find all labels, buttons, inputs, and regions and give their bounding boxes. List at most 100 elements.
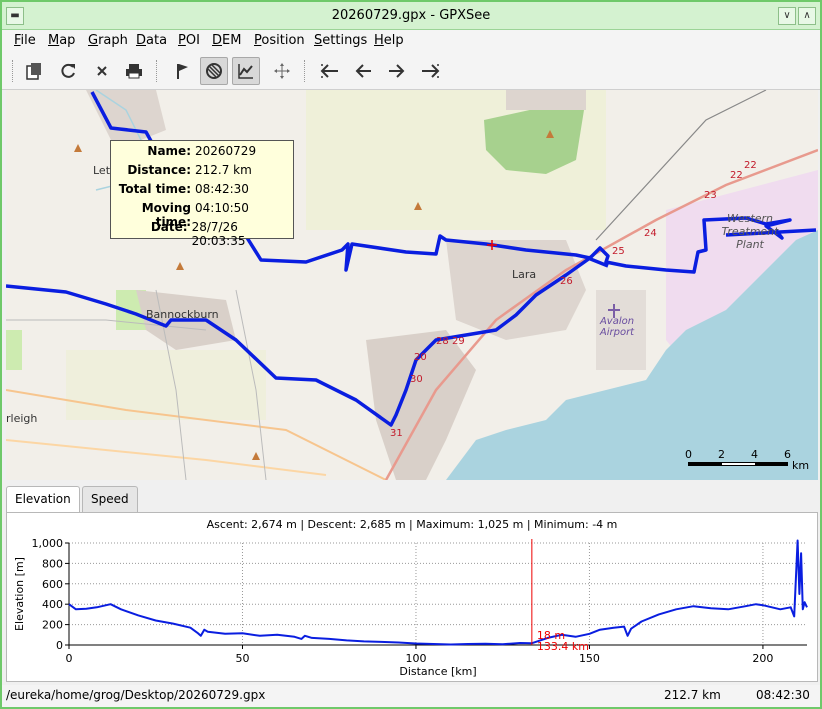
y-tick-label: 200 <box>42 619 63 632</box>
scale-tick-0: 0 <box>685 448 692 461</box>
maximize-icon[interactable]: ∧ <box>798 7 816 25</box>
scale-tick-2: 2 <box>718 448 725 461</box>
graph-summary: Ascent: 2,674 m | Descent: 2,685 m | Max… <box>206 518 618 531</box>
menu-mnemonic: D <box>212 33 223 48</box>
km-marker: 28 <box>436 336 449 347</box>
elevation-chart[interactable]: 0 200 400 600 800 1,000 0 50 100 150 200 Distance [… <box>7 531 817 681</box>
toolbar-grip[interactable] <box>304 60 306 82</box>
menu-file[interactable]: File <box>14 33 36 48</box>
x-tick-label: 100 <box>405 652 426 665</box>
tab-speed[interactable]: Speed <box>82 486 138 512</box>
application-window: ▬ 20260729.gpx - GPXSee ∨ ∧ File Map Graph… <box>0 0 822 709</box>
scale-tick-4: 4 <box>751 448 758 461</box>
km-marker: 24 <box>644 228 657 239</box>
menu-label: ettings <box>322 33 368 48</box>
cursor-distance-label: 133.4 km <box>537 640 589 653</box>
status-time: 08:42:30 <box>756 688 810 702</box>
km-marker: 30 <box>410 374 423 385</box>
menu-help[interactable]: Help <box>374 33 404 48</box>
menu-mnemonic: H <box>374 33 384 48</box>
km-marker: 23 <box>704 190 717 201</box>
status-file-path: /eureka/home/grog/Desktop/20260729.gpx <box>6 688 266 702</box>
menu-label: OI <box>185 33 200 48</box>
title-bar[interactable]: ▬ 20260729.gpx - GPXSee ∨ ∧ <box>2 2 820 30</box>
info-value: 28/7/26 20:03:35 <box>191 220 246 248</box>
menu-mnemonic: D <box>136 33 147 48</box>
y-tick-label: 600 <box>42 578 63 591</box>
print-icon[interactable] <box>120 57 148 85</box>
status-distance: 212.7 km <box>664 688 721 702</box>
window-title: 20260729.gpx - GPXSee <box>331 8 491 23</box>
menu-data[interactable]: Data <box>136 33 167 48</box>
track-info-box: Name: 20260729 Distance: 212.7 km Total time… <box>110 140 294 248</box>
menu-mnemonic: P <box>178 33 186 48</box>
info-row: Name: 20260729 <box>113 144 291 163</box>
minimize-icon[interactable]: ∨ <box>778 7 796 25</box>
menu-mnemonic: M <box>48 33 60 48</box>
menu-label: ata <box>146 33 168 48</box>
menu-label: osition <box>261 33 305 48</box>
map-label-rleigh: rleigh <box>6 412 38 425</box>
info-key: Moving time: <box>141 201 191 229</box>
y-tick-label: 400 <box>42 598 63 611</box>
toolbar <box>2 52 820 90</box>
menu-map[interactable]: Map <box>48 33 75 48</box>
scale-unit: km <box>792 459 810 472</box>
y-tick-label: 0 <box>56 639 63 652</box>
info-key: Name: <box>147 144 191 158</box>
close-icon[interactable] <box>88 57 116 85</box>
pan-icon[interactable] <box>268 57 296 85</box>
open-icon[interactable] <box>20 57 48 85</box>
menu-settings[interactable]: Settings <box>314 33 367 48</box>
x-tick-label: 150 <box>579 652 600 665</box>
status-bar: /eureka/home/grog/Desktop/20260729.gpx 2… <box>2 685 820 707</box>
scale-tick-6: 6 <box>784 448 791 461</box>
info-key: Date: <box>150 220 188 234</box>
menu-position[interactable]: Position <box>254 33 305 48</box>
x-tick-label: 0 <box>66 652 73 665</box>
previous-icon[interactable] <box>350 57 378 85</box>
x-axis-label: Distance [km] <box>399 665 476 678</box>
km-marker: 25 <box>612 246 625 257</box>
menu-bar: File Map Graph Data POI DEM Position Settings He… <box>2 30 820 52</box>
x-tick-label: 200 <box>752 652 773 665</box>
info-row: Total time: 08:42:30 <box>113 182 291 201</box>
map-view[interactable]: Lara Bannockburn Avalon Airport Western … <box>6 90 818 480</box>
y-tick-label: 1,000 <box>32 537 64 550</box>
next-icon[interactable] <box>382 57 410 85</box>
info-row: Distance: 212.7 km <box>113 163 291 182</box>
flag-icon[interactable] <box>168 57 196 85</box>
toolbar-grip[interactable] <box>156 60 158 82</box>
reload-icon[interactable] <box>54 57 82 85</box>
map-label-bannockburn: Bannockburn <box>146 308 219 321</box>
info-key: Total time: <box>118 182 191 196</box>
info-value: 212.7 km <box>195 163 252 177</box>
map-label-lara: Lara <box>512 268 537 281</box>
map-label-treatment-plant: Western Treatment Plant <box>721 212 779 251</box>
toolbar-grip[interactable] <box>12 60 14 82</box>
km-marker: 22 <box>744 160 757 171</box>
menu-dem[interactable]: DEM <box>212 33 241 48</box>
first-icon[interactable] <box>316 57 344 85</box>
tab-elevation[interactable]: Elevation <box>6 486 80 513</box>
menu-mnemonic: G <box>88 33 99 48</box>
info-row: Date: 28/7/26 20:03:35 <box>113 220 291 248</box>
km-marker: 26 <box>560 276 573 287</box>
map-label-let: Let <box>93 164 111 177</box>
y-tick-label: 800 <box>42 557 63 570</box>
info-value: 04:10:50 <box>195 201 249 215</box>
info-row: Moving time: 04:10:50 <box>113 201 291 229</box>
last-icon[interactable] <box>416 57 444 85</box>
menu-graph[interactable]: Graph <box>88 33 128 48</box>
km-marker: 31 <box>390 428 403 439</box>
hide-map-icon[interactable] <box>200 57 228 85</box>
km-marker: 20 <box>414 352 427 363</box>
elevation-graph-panel[interactable]: Ascent: 2,674 m | Descent: 2,685 m | Max… <box>6 512 818 682</box>
menu-label: EM <box>222 33 242 48</box>
map-label-avalon-airport: Avalon Airport <box>599 316 635 338</box>
graph-icon[interactable] <box>232 57 260 85</box>
x-tick-label: 50 <box>235 652 249 665</box>
menu-poi[interactable]: POI <box>178 33 200 48</box>
menu-label: raph <box>98 33 128 48</box>
km-marker: 29 <box>452 336 465 347</box>
